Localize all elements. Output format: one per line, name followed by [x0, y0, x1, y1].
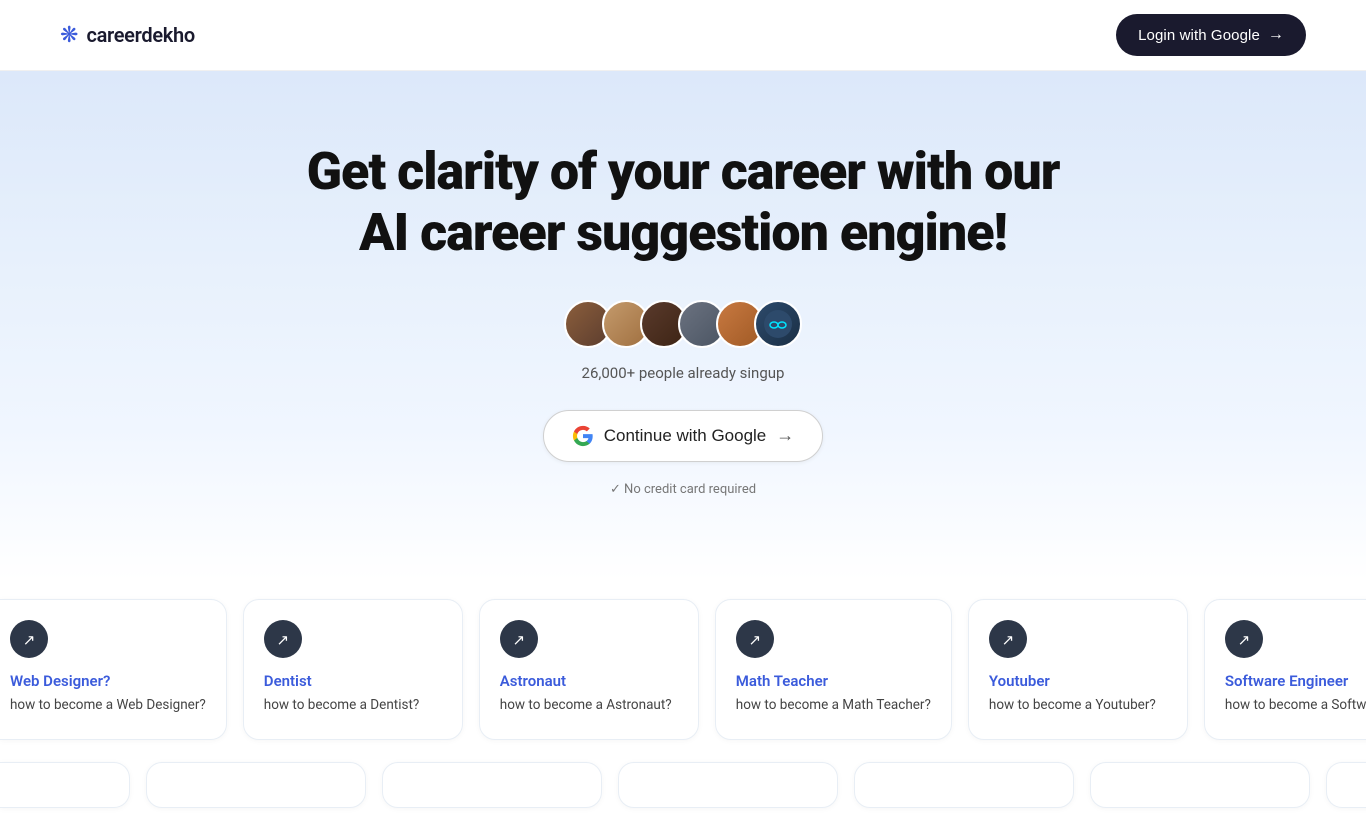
card-trend-icon — [10, 620, 48, 658]
career-card-placeholder-3 — [382, 762, 602, 808]
cards-row-1: Web Designer? how to become a Web Design… — [0, 581, 1366, 758]
avatars-row — [20, 300, 1346, 348]
card-title-math-teacher: Math Teacher — [736, 672, 931, 690]
card-subtitle-astronaut: how to become a Astronaut? — [500, 696, 678, 715]
career-card-placeholder-7 — [1326, 762, 1366, 808]
career-card-youtuber[interactable]: Youtuber how to become a Youtuber? — [968, 599, 1188, 740]
continue-button-label: Continue with Google — [604, 426, 767, 446]
card-title-youtuber: Youtuber — [989, 672, 1167, 690]
login-button-label: Login with Google — [1138, 27, 1260, 44]
career-card-web-designer[interactable]: Web Designer? how to become a Web Design… — [0, 599, 227, 740]
career-card-math-teacher[interactable]: Math Teacher how to become a Math Teache… — [715, 599, 952, 740]
continue-button-arrow: → — [776, 425, 794, 446]
site-header: ❋ careerdekho Login with Google → — [0, 0, 1366, 71]
logo-icon: ❋ — [60, 23, 78, 48]
career-card-placeholder-5 — [854, 762, 1074, 808]
hero-section: Get clarity of your career with our AI c… — [0, 71, 1366, 581]
card-subtitle-dentist: how to become a Dentist? — [264, 696, 442, 715]
card-title-software-engineer: Software Engineer — [1225, 672, 1366, 690]
career-cards-section: Web Designer? how to become a Web Design… — [0, 581, 1366, 826]
career-card-placeholder-4 — [618, 762, 838, 808]
card-title-astronaut: Astronaut — [500, 672, 678, 690]
card-subtitle-web-designer: how to become a Web Designer? — [10, 696, 206, 715]
avatar — [754, 300, 802, 348]
card-trend-icon-youtuber — [989, 620, 1027, 658]
google-icon — [572, 425, 594, 447]
card-trend-icon-astronaut — [500, 620, 538, 658]
login-button-arrow: → — [1268, 26, 1284, 44]
career-card-placeholder-2 — [146, 762, 366, 808]
career-card-dentist[interactable]: Dentist how to become a Dentist? — [243, 599, 463, 740]
logo: ❋ careerdekho — [60, 23, 195, 48]
logo-text: careerdekho — [86, 23, 194, 47]
no-credit-card-text: ✓ No credit card required — [610, 482, 756, 497]
card-subtitle-math-teacher: how to become a Math Teacher? — [736, 696, 931, 715]
cards-row-2 — [0, 758, 1366, 826]
career-card-placeholder-6 — [1090, 762, 1310, 808]
login-with-google-button[interactable]: Login with Google → — [1116, 14, 1306, 56]
card-subtitle-software-engineer: how to become a Software Engineer? — [1225, 696, 1366, 715]
career-card-astronaut[interactable]: Astronaut how to become a Astronaut? — [479, 599, 699, 740]
hero-title: Get clarity of your career with our AI c… — [303, 141, 1063, 264]
card-title-dentist: Dentist — [264, 672, 442, 690]
card-subtitle-youtuber: how to become a Youtuber? — [989, 696, 1167, 715]
career-card-software-engineer[interactable]: Software Engineer how to become a Softwa… — [1204, 599, 1366, 740]
card-trend-icon-math-teacher — [736, 620, 774, 658]
career-card-placeholder-1 — [0, 762, 130, 808]
signup-count-text: 26,000+ people already singup — [20, 364, 1346, 382]
card-trend-icon-software-engineer — [1225, 620, 1263, 658]
card-trend-icon-dentist — [264, 620, 302, 658]
card-title-web-designer: Web Designer? — [10, 672, 206, 690]
continue-with-google-button[interactable]: Continue with Google → — [543, 410, 824, 462]
